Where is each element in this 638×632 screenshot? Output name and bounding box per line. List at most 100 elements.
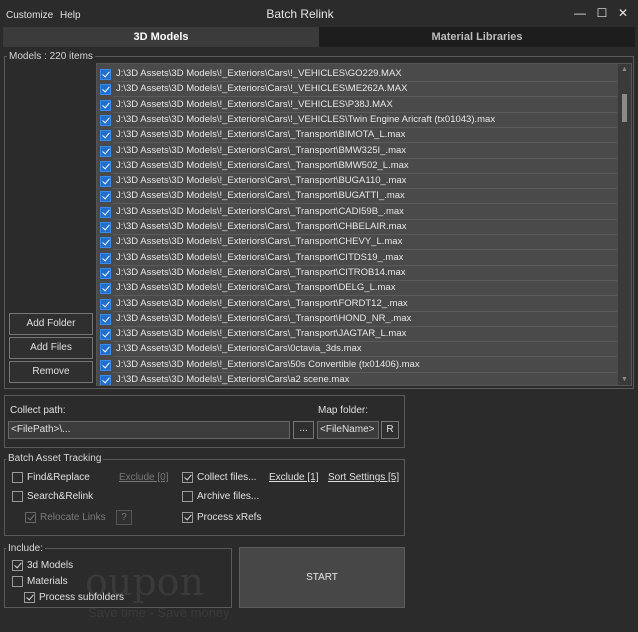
scrollbar-thumb[interactable]	[622, 94, 627, 122]
browse-button[interactable]: ...	[293, 421, 314, 439]
sort-settings-link[interactable]: Sort Settings [5]	[328, 472, 399, 483]
list-item-checkbox[interactable]	[100, 267, 111, 279]
tracking-legend: Batch Asset Tracking	[6, 453, 104, 464]
find-replace-checkbox[interactable]	[12, 472, 23, 483]
minimize-icon[interactable]: —	[573, 6, 587, 20]
list-item-path: J:\3D Assets\3D Models\!_Exteriors\Cars\…	[116, 236, 403, 248]
list-item-checkbox[interactable]	[100, 160, 111, 172]
process-subfolders-checkbox[interactable]	[24, 592, 35, 603]
list-item[interactable]: J:\3D Assets\3D Models\!_Exteriors\Cars\…	[97, 82, 617, 98]
list-item-path: J:\3D Assets\3D Models\!_Exteriors\Cars\…	[116, 221, 407, 232]
collect-files-label: Collect files...	[197, 472, 257, 483]
find-replace-label: Find&Replace	[27, 472, 90, 483]
list-item-checkbox[interactable]	[100, 329, 111, 341]
list-item[interactable]: J:\3D Assets\3D Models\!_Exteriors\Cars\…	[97, 312, 617, 327]
list-item[interactable]: J:\3D Assets\3D Models\!_Exteriors\Cars\…	[97, 98, 617, 113]
list-item-checkbox[interactable]	[100, 84, 111, 96]
process-subfolders-label: Process subfolders	[39, 592, 125, 603]
list-item[interactable]: J:\3D Assets\3D Models\!_Exteriors\Cars\…	[97, 297, 617, 312]
list-scrollbar[interactable]: ▲ ▼	[618, 64, 631, 385]
models-count-label: Models : 220 items	[7, 51, 95, 62]
list-item[interactable]: J:\3D Assets\3D Models\!_Exteriors\Cars\…	[97, 159, 617, 174]
process-xrefs-checkbox[interactable]	[182, 512, 193, 523]
list-item-checkbox[interactable]	[100, 191, 111, 203]
list-item[interactable]: J:\3D Assets\3D Models\!_Exteriors\Cars\…	[97, 189, 617, 205]
list-item[interactable]: J:\3D Assets\3D Models\!_Exteriors\Cars\…	[97, 205, 617, 220]
list-item[interactable]: J:\3D Assets\3D Models\!_Exteriors\Cars\…	[97, 144, 617, 159]
process-xrefs-label: Process xRefs	[197, 512, 262, 523]
list-item[interactable]: J:\3D Assets\3D Models\!_Exteriors\Cars\…	[97, 327, 617, 343]
list-item[interactable]: J:\3D Assets\3D Models\!_Exteriors\Cars\…	[97, 128, 617, 144]
close-icon[interactable]: ✕	[616, 6, 630, 20]
list-item[interactable]: J:\3D Assets\3D Models\!_Exteriors\Cars\…	[97, 358, 617, 373]
help-button[interactable]: ?	[116, 510, 132, 525]
list-item-checkbox[interactable]	[100, 283, 111, 295]
list-item-checkbox[interactable]	[100, 375, 111, 385]
list-item[interactable]: J:\3D Assets\3D Models\!_Exteriors\Cars\…	[97, 373, 617, 385]
list-item-checkbox[interactable]	[100, 222, 111, 233]
include-materials-checkbox[interactable]	[12, 576, 23, 587]
list-item-path: J:\3D Assets\3D Models\!_Exteriors\Cars\…	[116, 159, 409, 171]
map-folder-input[interactable]: <FileName>	[317, 421, 379, 439]
list-item-path: J:\3D Assets\3D Models\!_Exteriors\Cars\…	[116, 83, 408, 95]
list-item-path: J:\3D Assets\3D Models\!_Exteriors\Cars\…	[116, 328, 407, 340]
list-item-checkbox[interactable]	[100, 359, 111, 371]
search-relink-checkbox[interactable]	[12, 491, 23, 502]
remove-button[interactable]: Remove	[9, 361, 93, 383]
list-item-checkbox[interactable]	[100, 237, 111, 249]
list-item[interactable]: J:\3D Assets\3D Models\!_Exteriors\Cars\…	[97, 281, 617, 297]
collect-files-checkbox[interactable]	[182, 472, 193, 483]
tab-material-libraries[interactable]: Material Libraries	[319, 27, 635, 47]
list-item-path: J:\3D Assets\3D Models\!_Exteriors\Cars\…	[116, 190, 405, 202]
list-item-path: J:\3D Assets\3D Models\!_Exteriors\Cars\…	[116, 129, 406, 141]
add-folder-button[interactable]: Add Folder	[9, 313, 93, 335]
list-item-path: J:\3D Assets\3D Models\!_Exteriors\Cars\…	[116, 312, 412, 324]
list-item-path: J:\3D Assets\3D Models\!_Exteriors\Cars\…	[116, 144, 407, 156]
archive-files-checkbox[interactable]	[182, 491, 193, 502]
scroll-up-icon[interactable]: ▲	[621, 66, 628, 73]
exclude-left-link[interactable]: Exclude [0]	[119, 472, 168, 483]
list-item-checkbox[interactable]	[100, 344, 111, 356]
archive-files-label: Archive files...	[197, 491, 260, 502]
list-item[interactable]: J:\3D Assets\3D Models\!_Exteriors\Cars\…	[97, 266, 617, 281]
list-item[interactable]: J:\3D Assets\3D Models\!_Exteriors\Cars\…	[97, 220, 617, 235]
list-item[interactable]: J:\3D Assets\3D Models\!_Exteriors\Cars\…	[97, 113, 617, 128]
list-item[interactable]: J:\3D Assets\3D Models\!_Exteriors\Cars\…	[97, 251, 617, 266]
models-list[interactable]: ▲ ▼ J:\3D Assets\3D Models\!_Exteriors\C…	[96, 63, 632, 386]
add-files-button[interactable]: Add Files	[9, 337, 93, 359]
collect-path-input[interactable]: <FilePath>\...	[8, 421, 290, 439]
list-item-path: J:\3D Assets\3D Models\!_Exteriors\Cars\…	[116, 205, 404, 217]
list-item[interactable]: J:\3D Assets\3D Models\!_Exteriors\Cars\…	[97, 342, 617, 358]
list-item-path: J:\3D Assets\3D Models\!_Exteriors\Cars\…	[116, 98, 393, 110]
list-item-path: J:\3D Assets\3D Models\!_Exteriors\Cars\…	[116, 175, 407, 187]
include-materials-label: Materials	[27, 576, 68, 587]
include-3d-models-checkbox[interactable]	[12, 560, 23, 571]
list-item-path: J:\3D Assets\3D Models\!_Exteriors\Cars\…	[116, 251, 404, 263]
relocate-links-checkbox[interactable]	[25, 512, 36, 523]
list-item-checkbox[interactable]	[100, 252, 111, 264]
search-relink-label: Search&Relink	[27, 491, 94, 502]
list-item-checkbox[interactable]	[100, 130, 111, 142]
include-legend: Include:	[6, 543, 46, 554]
include-3d-models-label: 3d Models	[27, 560, 74, 571]
list-item[interactable]: J:\3D Assets\3D Models\!_Exteriors\Cars\…	[97, 235, 617, 251]
list-item-path: J:\3D Assets\3D Models\!_Exteriors\Cars\…	[116, 374, 350, 385]
list-item-checkbox[interactable]	[100, 298, 111, 310]
scroll-down-icon[interactable]: ▼	[621, 376, 628, 383]
list-item-checkbox[interactable]	[100, 114, 111, 126]
maximize-icon[interactable]: ☐	[595, 6, 609, 20]
tab-3d-models[interactable]: 3D Models	[3, 27, 319, 47]
map-folder-label: Map folder:	[318, 405, 369, 416]
list-item-path: J:\3D Assets\3D Models\!_Exteriors\Cars\…	[116, 68, 402, 79]
list-item-checkbox[interactable]	[100, 99, 111, 111]
exclude-right-link[interactable]: Exclude [1]	[269, 472, 318, 483]
start-button[interactable]: START	[239, 547, 405, 608]
list-item[interactable]: J:\3D Assets\3D Models\!_Exteriors\Cars\…	[97, 174, 617, 190]
list-item-checkbox[interactable]	[100, 145, 111, 157]
list-item-checkbox[interactable]	[100, 69, 111, 80]
r-button[interactable]: R	[381, 421, 399, 439]
list-item-checkbox[interactable]	[100, 313, 111, 325]
list-item-checkbox[interactable]	[100, 176, 111, 188]
list-item-checkbox[interactable]	[100, 206, 111, 218]
list-item[interactable]: J:\3D Assets\3D Models\!_Exteriors\Cars\…	[97, 67, 617, 82]
